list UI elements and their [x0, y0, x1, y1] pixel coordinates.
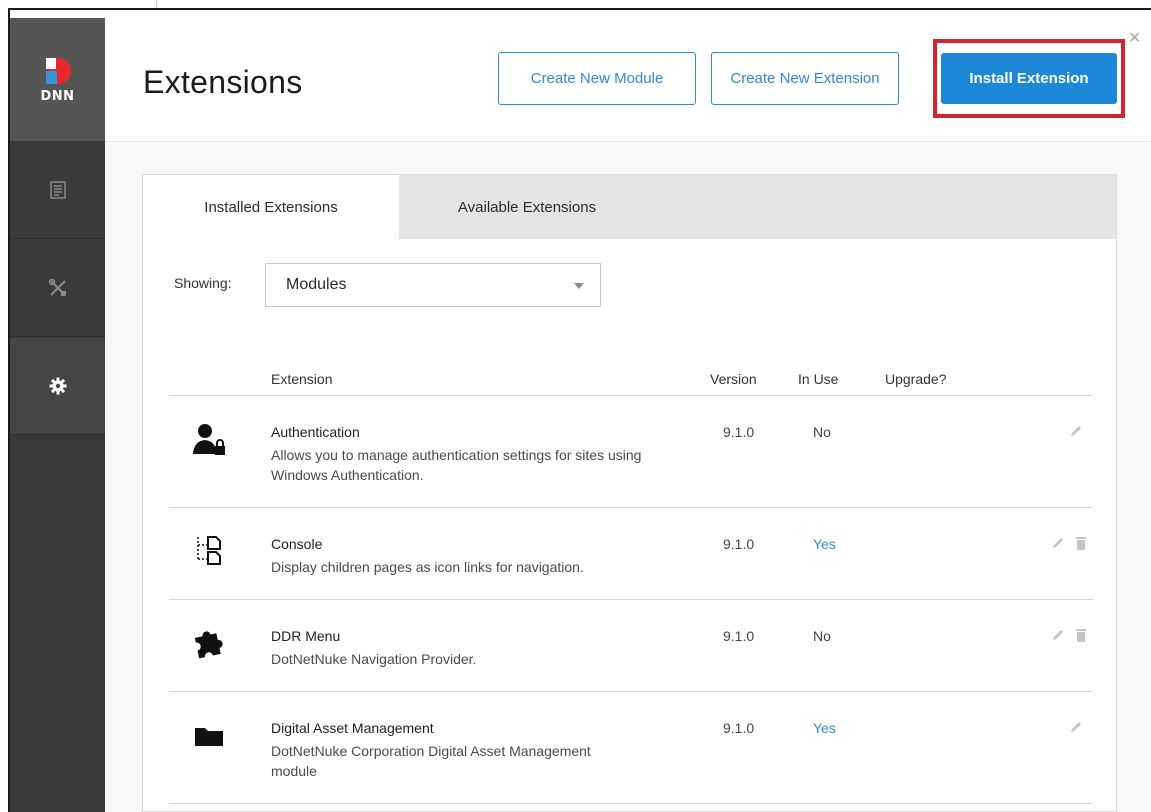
extension-version: 9.1.0: [723, 720, 755, 736]
column-header-extension: Extension: [271, 371, 333, 387]
sidebar: DNN: [10, 18, 105, 812]
extension-description: Allows you to manage authentication sett…: [271, 447, 642, 483]
tab-available-extensions[interactable]: Available Extensions: [399, 175, 655, 240]
console-sitemap-icon: [189, 530, 229, 570]
select-value: Modules: [286, 276, 347, 293]
logo-text: DNN: [40, 88, 75, 104]
extension-in-use: Yes: [813, 536, 836, 552]
folder-icon: [189, 716, 229, 756]
edit-pencil-icon[interactable]: [1051, 628, 1065, 642]
extension-in-use: No: [813, 424, 831, 440]
extension-name: Authentication: [271, 424, 360, 440]
edit-pencil-icon[interactable]: [1069, 424, 1083, 438]
user-lock-icon: [189, 420, 229, 460]
puzzle-piece-icon: [189, 622, 229, 662]
table-row[interactable]: Console Display children pages as icon l…: [169, 508, 1093, 600]
table-row[interactable]: DDR Menu DotNetNuke Navigation Provider.…: [169, 600, 1093, 692]
create-new-module-button[interactable]: Create New Module: [498, 52, 696, 105]
top-strip-tick: [156, 0, 157, 8]
edit-pencil-icon[interactable]: [1051, 536, 1065, 550]
extension-description: Display children pages as icon links for…: [271, 559, 584, 575]
sidebar-item-tools[interactable]: [10, 240, 105, 337]
page-title: Extensions: [143, 64, 303, 100]
create-new-extension-button[interactable]: Create New Extension: [711, 52, 899, 105]
extension-name: Console: [271, 536, 323, 552]
extension-type-select[interactable]: Modules: [265, 263, 601, 307]
column-header-version: Version: [710, 371, 757, 387]
tab-strip: Installed Extensions Available Extension…: [143, 175, 1116, 240]
trash-icon[interactable]: [1075, 536, 1087, 550]
extension-in-use: Yes: [813, 720, 836, 736]
sidebar-item-settings[interactable]: [10, 338, 105, 435]
extension-version: 9.1.0: [723, 628, 755, 644]
settings-gear-icon: [49, 377, 66, 395]
column-header-in-use: In Use: [798, 371, 839, 387]
showing-label: Showing:: [174, 275, 232, 291]
column-header-upgrade: Upgrade?: [885, 371, 947, 387]
table-row[interactable]: Digital Asset Management DotNetNuke Corp…: [169, 692, 1093, 804]
tools-icon: [48, 278, 66, 296]
dnn-logo-icon: [45, 57, 71, 84]
trash-icon[interactable]: [1075, 628, 1087, 642]
highlight-annotation-box: [933, 39, 1125, 118]
window-top-strip: [0, 0, 1151, 8]
extension-version: 9.1.0: [723, 424, 755, 440]
extension-description: DotNetNuke Navigation Provider.: [271, 651, 477, 667]
chevron-down-icon: [574, 283, 584, 289]
extension-name: Digital Asset Management: [271, 720, 434, 736]
content-icon: [49, 181, 66, 199]
extension-in-use: No: [813, 628, 831, 644]
extension-name: DDR Menu: [271, 628, 341, 644]
dnn-logo[interactable]: DNN: [10, 18, 105, 141]
table-row[interactable]: Authentication Allows you to manage auth…: [169, 396, 1093, 508]
sidebar-item-content[interactable]: [10, 142, 105, 239]
tab-installed-extensions[interactable]: Installed Extensions: [143, 175, 399, 240]
edit-pencil-icon[interactable]: [1069, 720, 1083, 734]
extensions-panel: Installed Extensions Available Extension…: [142, 174, 1117, 812]
close-icon[interactable]: ✕: [1128, 28, 1141, 48]
extension-description: DotNetNuke Corporation Digital Asset Man…: [271, 743, 591, 779]
extension-version: 9.1.0: [723, 536, 755, 552]
